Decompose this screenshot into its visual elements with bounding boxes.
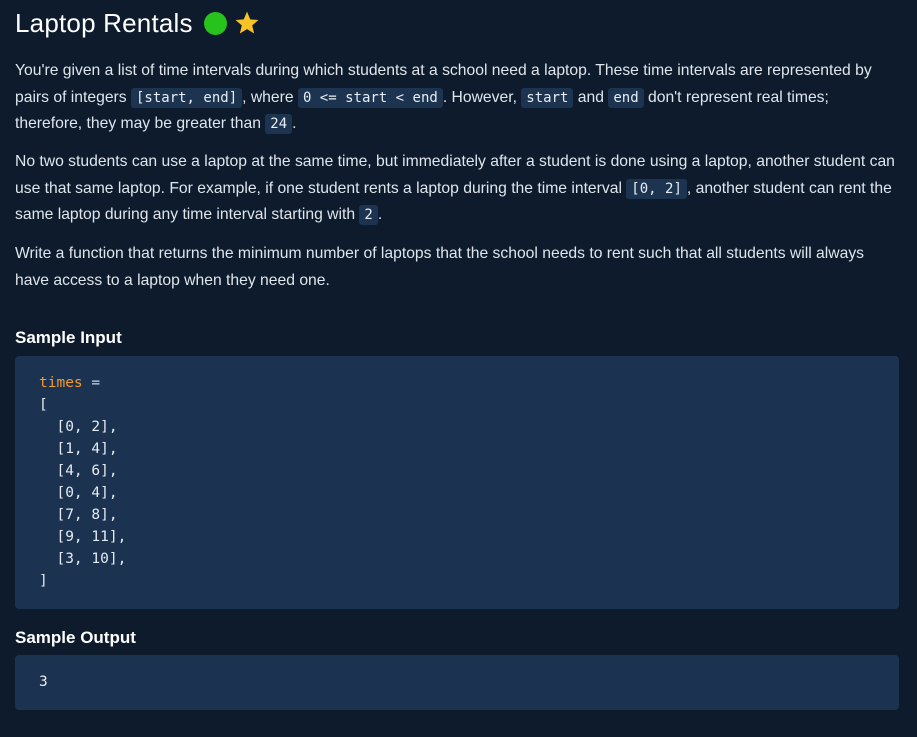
sample-output-heading: Sample Output [15,628,136,647]
assign-operator: = [82,375,101,391]
inline-code: [0, 2] [626,178,687,199]
inline-code: [start, end] [130,87,243,108]
desc-text: . [292,115,297,132]
array-open: [ [39,397,48,413]
description-paragraph-1: You're given a list of time intervals du… [15,58,899,138]
array-row: [3, 10], [39,551,127,567]
desc-text: , where [242,88,298,106]
inline-code: start [521,87,574,108]
sample-output-value: 3 [39,674,48,690]
sample-input-code: times = [ [0, 2], [1, 4], [4, 6], [0, 4]… [39,372,126,592]
array-row: [4, 6], [39,463,118,479]
problem-panel: Laptop Rentals You're given a list of ti… [15,0,899,710]
inline-code: 2 [359,205,378,225]
inline-code: 0 <= start < end [297,87,443,108]
sample-input-heading: Sample Input [15,328,122,347]
sample-input-code-block: times = [ [0, 2], [1, 4], [4, 6], [0, 4]… [15,356,899,609]
difficulty-indicator-icon [203,11,227,35]
inline-code: end [608,87,644,108]
array-row: [0, 2], [39,419,118,435]
desc-text: and [573,88,609,106]
array-close: ] [39,573,48,589]
array-row: [7, 8], [39,507,118,523]
problem-title: Laptop Rentals [15,7,193,38]
sample-output-code-block: 3 [15,655,899,710]
inline-code: 24 [265,114,293,134]
title-row: Laptop Rentals [15,0,899,46]
description-paragraph-3: Write a function that returns the minimu… [15,241,899,294]
array-row: [9, 11], [39,529,127,545]
desc-text: Write a function that returns the minimu… [15,245,865,289]
array-row: [0, 4], [39,485,118,501]
desc-text: . [377,206,383,223]
description-paragraph-2: No two students can use a laptop at the … [15,149,899,229]
array-row: [1, 4], [39,441,118,457]
star-icon[interactable] [234,10,260,36]
desc-text: . However, [442,88,522,106]
variable-name: times [39,375,83,391]
